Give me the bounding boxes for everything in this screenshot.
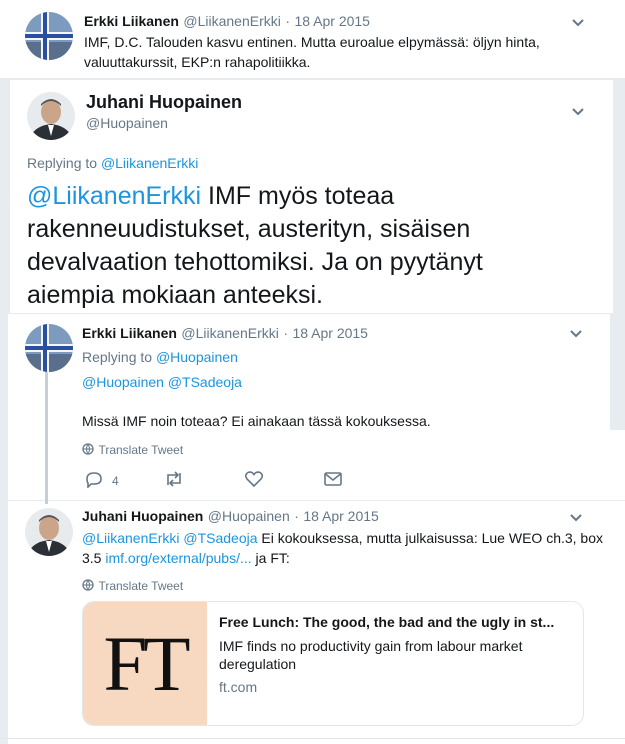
tweet-header: Erkki Liikanen @LiikanenErkki · 18 Apr 2… [84, 13, 370, 31]
author-name[interactable]: Juhani Huopainen [86, 92, 242, 113]
author-name[interactable]: Erkki Liikanen [84, 13, 179, 29]
tweet-text-segment: ja FT: [255, 550, 290, 566]
focused-tweet-card: Juhani Huopainen @Huopainen Replying to … [10, 80, 613, 313]
avatar-image [25, 324, 73, 372]
tweet-text-line-1: @LiikanenErkki IMF myös toteaa [27, 180, 483, 213]
separator-dot: · [285, 13, 290, 29]
tweet-text: @LiikanenErkki IMF myös toteaa rakenneuu… [27, 180, 483, 312]
chevron-down-icon[interactable] [568, 102, 588, 122]
bottom-divider [0, 738, 625, 739]
tweet-card-liikanen-1[interactable]: Erkki Liikanen @LiikanenErkki · 18 Apr 2… [0, 0, 625, 78]
link-preview-card[interactable]: FT Free Lunch: The good, the bad and the… [82, 601, 584, 726]
ft-logo: FT [83, 602, 207, 725]
avatar-image [25, 508, 73, 556]
author-handle[interactable]: @LiikanenErkki [181, 325, 278, 341]
replying-prefix: Replying to [27, 155, 98, 171]
retweet-icon [167, 471, 181, 487]
replying-to-link[interactable]: @Huopainen [156, 349, 238, 365]
ft-logo-text: FT [103, 620, 190, 707]
replying-to-link[interactable]: @LiikanenErkki [101, 155, 198, 171]
translate-label: Translate Tweet [98, 579, 184, 593]
link-domain: ft.com [219, 679, 258, 695]
external-url-link[interactable]: imf.org/external/pubs/... [105, 550, 251, 566]
thread-connector-line [45, 372, 48, 504]
reply-count: 4 [112, 474, 119, 488]
tweet-text-line-1: @LiikanenErkki @TSadeoja Ei kokouksessa,… [82, 528, 603, 548]
tweet-text-line-1: IMF, D.C. Talouden kasvu entinen. Mutta … [84, 34, 540, 50]
author-handle[interactable]: @Huopainen [208, 508, 290, 524]
author-handle[interactable]: @Huopainen [86, 115, 168, 131]
translate-label: Translate Tweet [98, 443, 184, 457]
tweet-text-segment: 3.5 [82, 550, 102, 566]
tweet-text-line-2: rakenneuudistukset, austerityn, sisäisen [27, 215, 471, 243]
avatar-image [27, 92, 75, 140]
tweet-date[interactable]: 18 Apr 2015 [303, 508, 379, 524]
author-handle[interactable]: @LiikanenErkki [183, 13, 280, 29]
heart-icon [244, 471, 264, 488]
tweet-text-segment: Ei kokouksessa, mutta julkaisussa: Lue W… [261, 530, 604, 546]
replying-prefix: Replying to [82, 349, 153, 365]
translate-tweet[interactable]: Translate Tweet [82, 441, 183, 459]
like-action[interactable] [244, 470, 264, 493]
replying-to: Replying to @LiikanenErkki [27, 155, 198, 171]
author-name[interactable]: Juhani Huopainen [82, 508, 203, 524]
tweet-text: Missä IMF noin toteaa? Ei ainakaan tässä… [82, 413, 431, 429]
mention-links[interactable]: @LiikanenErkki @TSadeoja [82, 530, 258, 546]
link-description-line-1: IMF finds no productivity gain from labo… [219, 638, 523, 654]
tweet-text-segment: IMF myös toteaa [208, 182, 395, 210]
reply-action[interactable]: 4 [84, 470, 119, 493]
tweet-date[interactable]: 18 Apr 2015 [294, 13, 370, 29]
retweet-action[interactable] [163, 470, 185, 493]
separator-dot: · [283, 325, 288, 341]
reply-icon [86, 472, 102, 489]
tweet-text-line-2: valuuttakurssit, EKP:n rahapolitiikka. [84, 54, 311, 70]
link-description-line-2: deregulation [219, 656, 297, 672]
globe-icon [82, 443, 94, 455]
avatar-huopainen[interactable] [25, 508, 73, 556]
chevron-down-icon[interactable] [568, 13, 588, 33]
mention-links[interactable]: @Huopainen @TSadeoja [82, 372, 242, 392]
avatar-image [25, 12, 73, 60]
chevron-down-icon[interactable] [566, 508, 586, 528]
tweet-date[interactable]: 18 Apr 2015 [292, 325, 368, 341]
author-name[interactable]: Erkki Liikanen [82, 325, 177, 341]
avatar-liikanen[interactable] [25, 12, 73, 60]
separator-dot: · [294, 508, 299, 524]
link-title: Free Lunch: The good, the bad and the ug… [219, 614, 555, 630]
tweet-text-line-3: devalvaation tehottomiksi. Ja on pyytäny… [27, 248, 483, 276]
mention-link[interactable]: @LiikanenErkki [27, 182, 201, 210]
tweet-text-line-2: 3.5 imf.org/external/pubs/... ja FT: [82, 548, 290, 568]
globe-icon [82, 579, 94, 591]
translate-tweet[interactable]: Translate Tweet [82, 577, 183, 595]
chevron-down-icon[interactable] [566, 324, 586, 344]
tweet-header: Erkki Liikanen @LiikanenErkki · 18 Apr 2… [82, 325, 368, 343]
direct-message-action[interactable] [323, 470, 343, 493]
avatar-liikanen[interactable] [25, 324, 73, 372]
avatar-huopainen[interactable] [27, 92, 75, 140]
tweet-header: Juhani Huopainen @Huopainen · 18 Apr 201… [82, 508, 379, 526]
envelope-icon [324, 472, 342, 486]
replying-to: Replying to @Huopainen [82, 349, 238, 365]
tweet-text-line-4: aiempia mokiaan anteeksi. [27, 281, 323, 309]
